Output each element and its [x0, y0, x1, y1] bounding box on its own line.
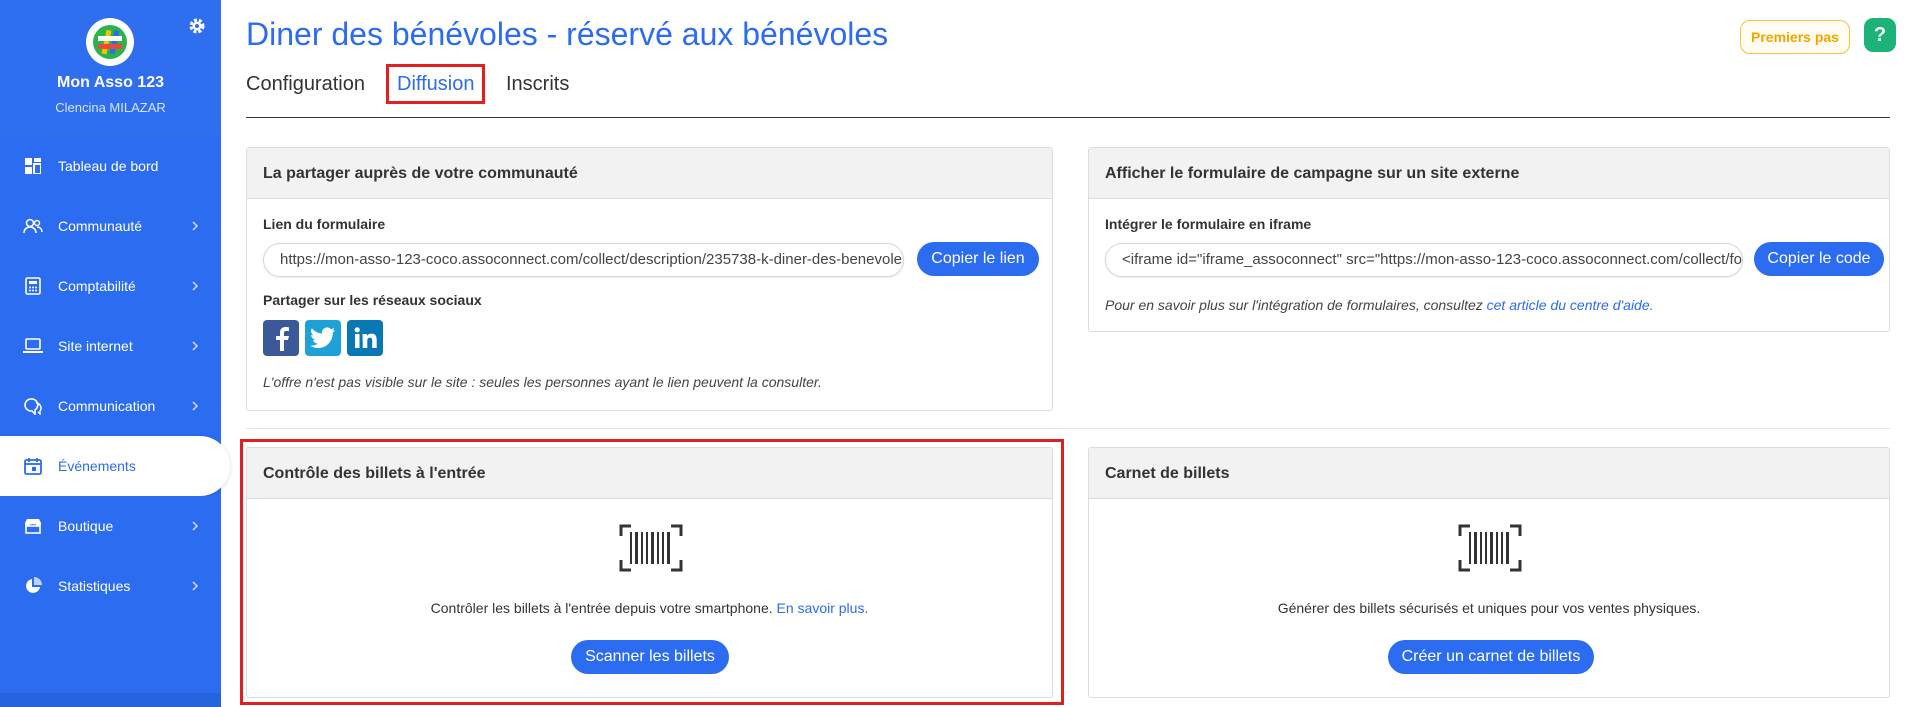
laptop-icon [22, 335, 44, 357]
iframe-code-input[interactable]: <iframe id="iframe_assoconnect" src="htt… [1105, 243, 1743, 277]
barcode-icon [1458, 524, 1522, 572]
org-header: Mon Asso 123 Clencina MILAZAR [0, 0, 221, 136]
sidebar-nav: Tableau de bord Communauté Comptabilité … [0, 136, 230, 616]
chevron-right-icon [192, 401, 199, 411]
ticket-book-text: Générer des billets sécurisés et uniques… [1277, 600, 1701, 616]
ticket-book-card: Carnet de billets Générer des billets sé… [1088, 447, 1890, 698]
org-logo[interactable] [86, 18, 134, 66]
chevron-right-icon [192, 581, 199, 591]
create-ticket-book-button[interactable]: Créer un carnet de billets [1388, 640, 1594, 674]
sidebar-item-label: Tableau de bord [58, 158, 159, 174]
settings-gear-icon[interactable] [186, 16, 208, 38]
help-article-link[interactable]: cet article du centre d'aide. [1487, 297, 1654, 313]
chevron-right-icon [192, 521, 199, 531]
social-share-label: Partager sur les réseaux sociaux [263, 292, 482, 308]
chevron-right-icon [192, 341, 199, 351]
iframe-label: Intégrer le formulaire en iframe [1105, 216, 1312, 232]
org-name[interactable]: Mon Asso 123 [0, 74, 221, 92]
sidebar-item-label: Site internet [58, 338, 133, 354]
sidebar-footer [0, 693, 221, 707]
tab-diffusion[interactable]: Diffusion [386, 64, 486, 104]
linkedin-icon[interactable] [347, 320, 383, 356]
share-card-title: La partager auprès de votre communauté [247, 148, 1052, 199]
form-link-label: Lien du formulaire [263, 216, 386, 232]
sidebar-item-label: Communication [58, 398, 156, 414]
sidebar-item-label: Statistiques [58, 578, 131, 594]
dashboard-icon [22, 155, 44, 177]
sidebar-item-communication[interactable]: Communication [0, 376, 221, 436]
sidebar-item-label: Événements [58, 458, 136, 474]
visibility-note: L'offre n'est pas visible sur le site : … [263, 374, 822, 390]
tab-configuration[interactable]: Configuration [246, 66, 365, 102]
sidebar-item-site-internet[interactable]: Site internet [0, 316, 221, 376]
share-card: La partager auprès de votre communauté L… [246, 147, 1053, 411]
shop-icon [22, 515, 44, 537]
chat-icon [22, 395, 44, 417]
calculator-icon [22, 275, 44, 297]
twitter-icon[interactable] [305, 320, 341, 356]
embed-card: Afficher le formulaire de campagne sur u… [1088, 147, 1890, 332]
ticket-book-title: Carnet de billets [1089, 448, 1889, 499]
sidebar: Mon Asso 123 Clencina MILAZAR Tableau de… [0, 0, 230, 707]
sidebar-item-tableau-de-bord[interactable]: Tableau de bord [0, 136, 221, 196]
org-user-name: Clencina MILAZAR [55, 100, 166, 115]
copy-link-button[interactable]: Copier le lien [917, 242, 1039, 276]
sidebar-item-evenements[interactable]: Événements [0, 436, 230, 496]
help-article-note: Pour en savoir plus sur l'intégration de… [1105, 297, 1654, 313]
premiers-pas-button[interactable]: Premiers pas [1740, 20, 1850, 54]
chevron-right-icon [192, 221, 199, 231]
help-button[interactable]: ? [1864, 18, 1896, 52]
sidebar-item-label: Comptabilité [58, 278, 136, 294]
sidebar-item-label: Boutique [58, 518, 114, 534]
sidebar-item-communaute[interactable]: Communauté [0, 196, 221, 256]
page-title: Diner des bénévoles - réservé aux bénévo… [246, 16, 889, 52]
sidebar-item-statistiques[interactable]: Statistiques [0, 556, 221, 616]
help-note-text: Pour en savoir plus sur l'intégration de… [1105, 297, 1487, 313]
sidebar-item-label: Communauté [58, 218, 143, 234]
tabs-divider [246, 117, 1890, 118]
tab-inscrits[interactable]: Inscrits [506, 66, 569, 102]
embed-card-title: Afficher le formulaire de campagne sur u… [1089, 148, 1889, 199]
section-divider [246, 428, 1890, 429]
calendar-icon [22, 455, 44, 477]
form-link-input[interactable]: https://mon-asso-123-coco.assoconnect.co… [263, 243, 904, 277]
sidebar-item-boutique[interactable]: Boutique [0, 496, 221, 556]
facebook-icon[interactable] [263, 320, 299, 356]
pie-chart-icon [22, 575, 44, 597]
copy-code-button[interactable]: Copier le code [1754, 242, 1884, 276]
chevron-right-icon [192, 281, 199, 291]
sidebar-item-comptabilite[interactable]: Comptabilité [0, 256, 221, 316]
highlight-frame [240, 439, 1064, 705]
community-icon [22, 215, 44, 237]
hashtag-logo-icon [93, 25, 127, 59]
